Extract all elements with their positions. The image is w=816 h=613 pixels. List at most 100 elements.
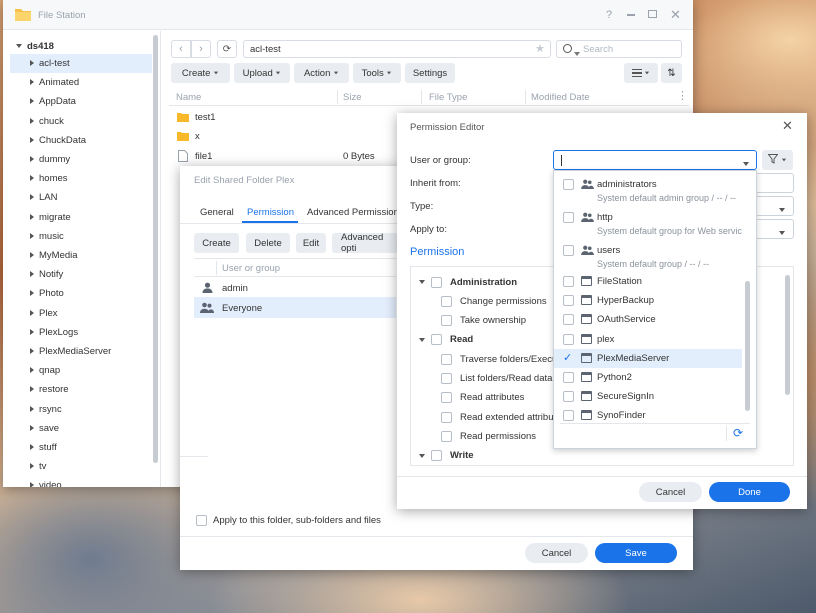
- action-menu-button[interactable]: Action: [294, 63, 349, 83]
- tab-permission[interactable]: Permission: [247, 207, 294, 218]
- permission-group-row[interactable]: Write: [419, 448, 474, 464]
- item-checkbox[interactable]: [563, 212, 574, 223]
- dropdown-app-item[interactable]: plex: [554, 330, 742, 349]
- expand-arrow-icon[interactable]: [30, 79, 34, 86]
- permission-checkbox[interactable]: [441, 353, 452, 365]
- col-modified[interactable]: Modified Date: [531, 92, 590, 103]
- esf-save-button[interactable]: Save: [595, 543, 677, 563]
- collapse-arrow-icon[interactable]: [419, 453, 425, 458]
- apply-to-select[interactable]: [753, 219, 794, 239]
- expand-arrow-icon[interactable]: [30, 367, 34, 374]
- sidebar-item-folder[interactable]: rsync: [10, 400, 152, 419]
- filter-button[interactable]: [762, 150, 793, 170]
- permission-checkbox[interactable]: [431, 334, 442, 346]
- favorite-star-icon[interactable]: ★: [535, 42, 545, 55]
- permission-group-row[interactable]: Administration: [419, 274, 517, 290]
- item-checkbox[interactable]: [563, 295, 574, 307]
- expand-arrow-icon[interactable]: [30, 117, 34, 124]
- expand-arrow-icon[interactable]: [30, 60, 34, 66]
- expand-arrow-icon[interactable]: [30, 444, 34, 450]
- sidebar-item-folder[interactable]: Animated: [10, 73, 152, 92]
- back-button[interactable]: ‹: [171, 40, 191, 58]
- expand-arrow-icon[interactable]: [30, 309, 34, 316]
- user-row[interactable]: Everyone: [194, 297, 396, 318]
- settings-button[interactable]: Settings: [405, 63, 455, 83]
- forward-button[interactable]: ›: [191, 40, 211, 58]
- sidebar-item-folder[interactable]: chuck: [10, 112, 152, 131]
- item-checkbox[interactable]: [563, 179, 574, 190]
- close-icon[interactable]: ✕: [670, 7, 681, 23]
- apply-to-checkbox[interactable]: [196, 515, 207, 526]
- expand-arrow-icon[interactable]: [30, 175, 34, 182]
- dropdown-app-item[interactable]: HyperBackup: [554, 291, 742, 310]
- sidebar-item-folder[interactable]: music: [10, 227, 152, 246]
- item-checkbox[interactable]: [563, 314, 574, 326]
- sidebar-item-folder[interactable]: qnap: [10, 361, 152, 380]
- permission-item-row[interactable]: Take ownership: [419, 313, 526, 329]
- sidebar-item-folder[interactable]: migrate: [10, 208, 152, 227]
- sidebar-item-folder[interactable]: AppData: [10, 92, 152, 111]
- permission-item-row[interactable]: List folders/Read data: [419, 371, 552, 387]
- permission-checkbox[interactable]: [441, 373, 452, 384]
- sidebar-item-folder[interactable]: tv: [10, 457, 152, 476]
- create-menu-button[interactable]: Create: [171, 63, 230, 83]
- permission-checkbox[interactable]: [441, 411, 452, 423]
- tab-advanced-permissions[interactable]: Advanced Permissions: [307, 207, 404, 218]
- sidebar-item-folder[interactable]: PlexMediaServer: [10, 342, 152, 361]
- item-checkbox[interactable]: [563, 333, 574, 345]
- dropdown-group-item[interactable]: administrators System default admin group…: [554, 175, 742, 207]
- sort-button[interactable]: ⇅: [661, 63, 682, 83]
- user-row[interactable]: admin: [194, 278, 396, 297]
- sidebar-item-folder[interactable]: PlexLogs: [10, 323, 152, 342]
- type-select[interactable]: [753, 196, 794, 216]
- permission-item-row[interactable]: Traverse folders/Execute: [419, 351, 565, 367]
- expand-arrow-icon[interactable]: [30, 271, 34, 278]
- permission-checkbox[interactable]: [431, 450, 442, 462]
- maximize-icon[interactable]: [648, 10, 657, 18]
- inherit-from-field[interactable]: [753, 173, 794, 193]
- esf-cancel-button[interactable]: Cancel: [525, 543, 588, 563]
- sidebar-item-folder[interactable]: stuff: [10, 438, 152, 457]
- esf-delete-button[interactable]: Delete: [246, 233, 290, 253]
- permission-item-row[interactable]: Read extended attribute: [419, 409, 561, 425]
- tools-menu-button[interactable]: Tools: [353, 63, 401, 83]
- sidebar-item-folder[interactable]: ChuckData: [10, 131, 152, 150]
- item-checkbox[interactable]: [563, 372, 574, 383]
- expand-arrow-icon[interactable]: [30, 463, 34, 470]
- view-mode-button[interactable]: [624, 63, 658, 83]
- item-checkbox[interactable]: [563, 391, 574, 403]
- dropdown-app-item[interactable]: FileStation: [554, 272, 742, 291]
- sidebar-item-folder[interactable]: save: [10, 419, 152, 438]
- sidebar-item-folder[interactable]: video: [10, 476, 152, 487]
- sidebar-item-folder[interactable]: Plex: [10, 304, 152, 323]
- item-checkbox[interactable]: [563, 276, 574, 287]
- server-node[interactable]: ds418: [16, 39, 54, 53]
- dropdown-app-item[interactable]: ✓ PlexMediaServer: [554, 348, 742, 368]
- col-name[interactable]: Name: [176, 92, 201, 103]
- dropdown-scrollbar[interactable]: [745, 281, 750, 411]
- minimize-icon[interactable]: [627, 14, 635, 16]
- sidebar-item-folder[interactable]: restore: [10, 380, 152, 399]
- dropdown-app-item[interactable]: OAuthService: [554, 310, 742, 329]
- sidebar-item-folder[interactable]: LAN: [10, 188, 152, 207]
- collapse-arrow-icon[interactable]: [419, 280, 425, 284]
- sidebar-item-folder[interactable]: MyMedia: [10, 246, 152, 265]
- search-field[interactable]: Search: [556, 40, 682, 58]
- sidebar-item-folder[interactable]: homes: [10, 169, 152, 188]
- combobox-dropdown-icon[interactable]: [743, 158, 749, 169]
- expand-arrow-icon[interactable]: [30, 348, 34, 354]
- permission-checkbox[interactable]: [431, 276, 442, 288]
- expand-arrow-icon[interactable]: [30, 213, 34, 220]
- perm-scrollbar[interactable]: [785, 275, 790, 395]
- refresh-button[interactable]: ⟳: [217, 40, 237, 58]
- tree-scrollbar[interactable]: [153, 35, 158, 463]
- permission-checkbox[interactable]: [441, 430, 452, 442]
- expand-arrow-icon[interactable]: [30, 156, 34, 162]
- expand-arrow-icon[interactable]: [30, 482, 34, 487]
- esf-edit-button[interactable]: Edit: [296, 233, 326, 253]
- col-file-type[interactable]: File Type: [429, 92, 467, 103]
- permission-checkbox[interactable]: [441, 295, 452, 307]
- dropdown-app-item[interactable]: SecureSignIn: [554, 387, 742, 406]
- expand-arrow-icon[interactable]: [30, 290, 34, 297]
- permission-item-row[interactable]: Read permissions: [419, 428, 536, 444]
